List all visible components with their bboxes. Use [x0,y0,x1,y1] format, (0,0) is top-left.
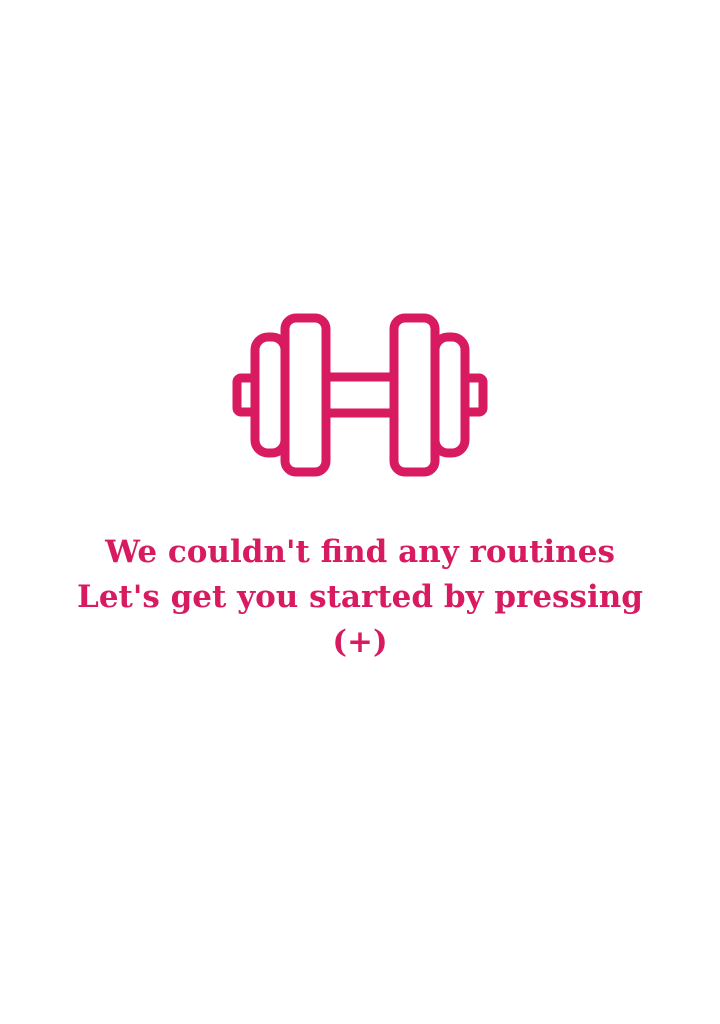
empty-state-message: We couldn't find any routines Let's get … [20,530,700,665]
empty-state-line-1: We couldn't find any routines [105,534,615,570]
empty-state-line-3: (+) [332,624,388,660]
empty-state: We couldn't find any routines Let's get … [0,0,720,1024]
dumbbell-icon [232,312,488,478]
empty-state-line-2: Let's get you started by pressing [77,579,643,615]
routines-screen: We couldn't find any routines Let's get … [0,0,720,1024]
